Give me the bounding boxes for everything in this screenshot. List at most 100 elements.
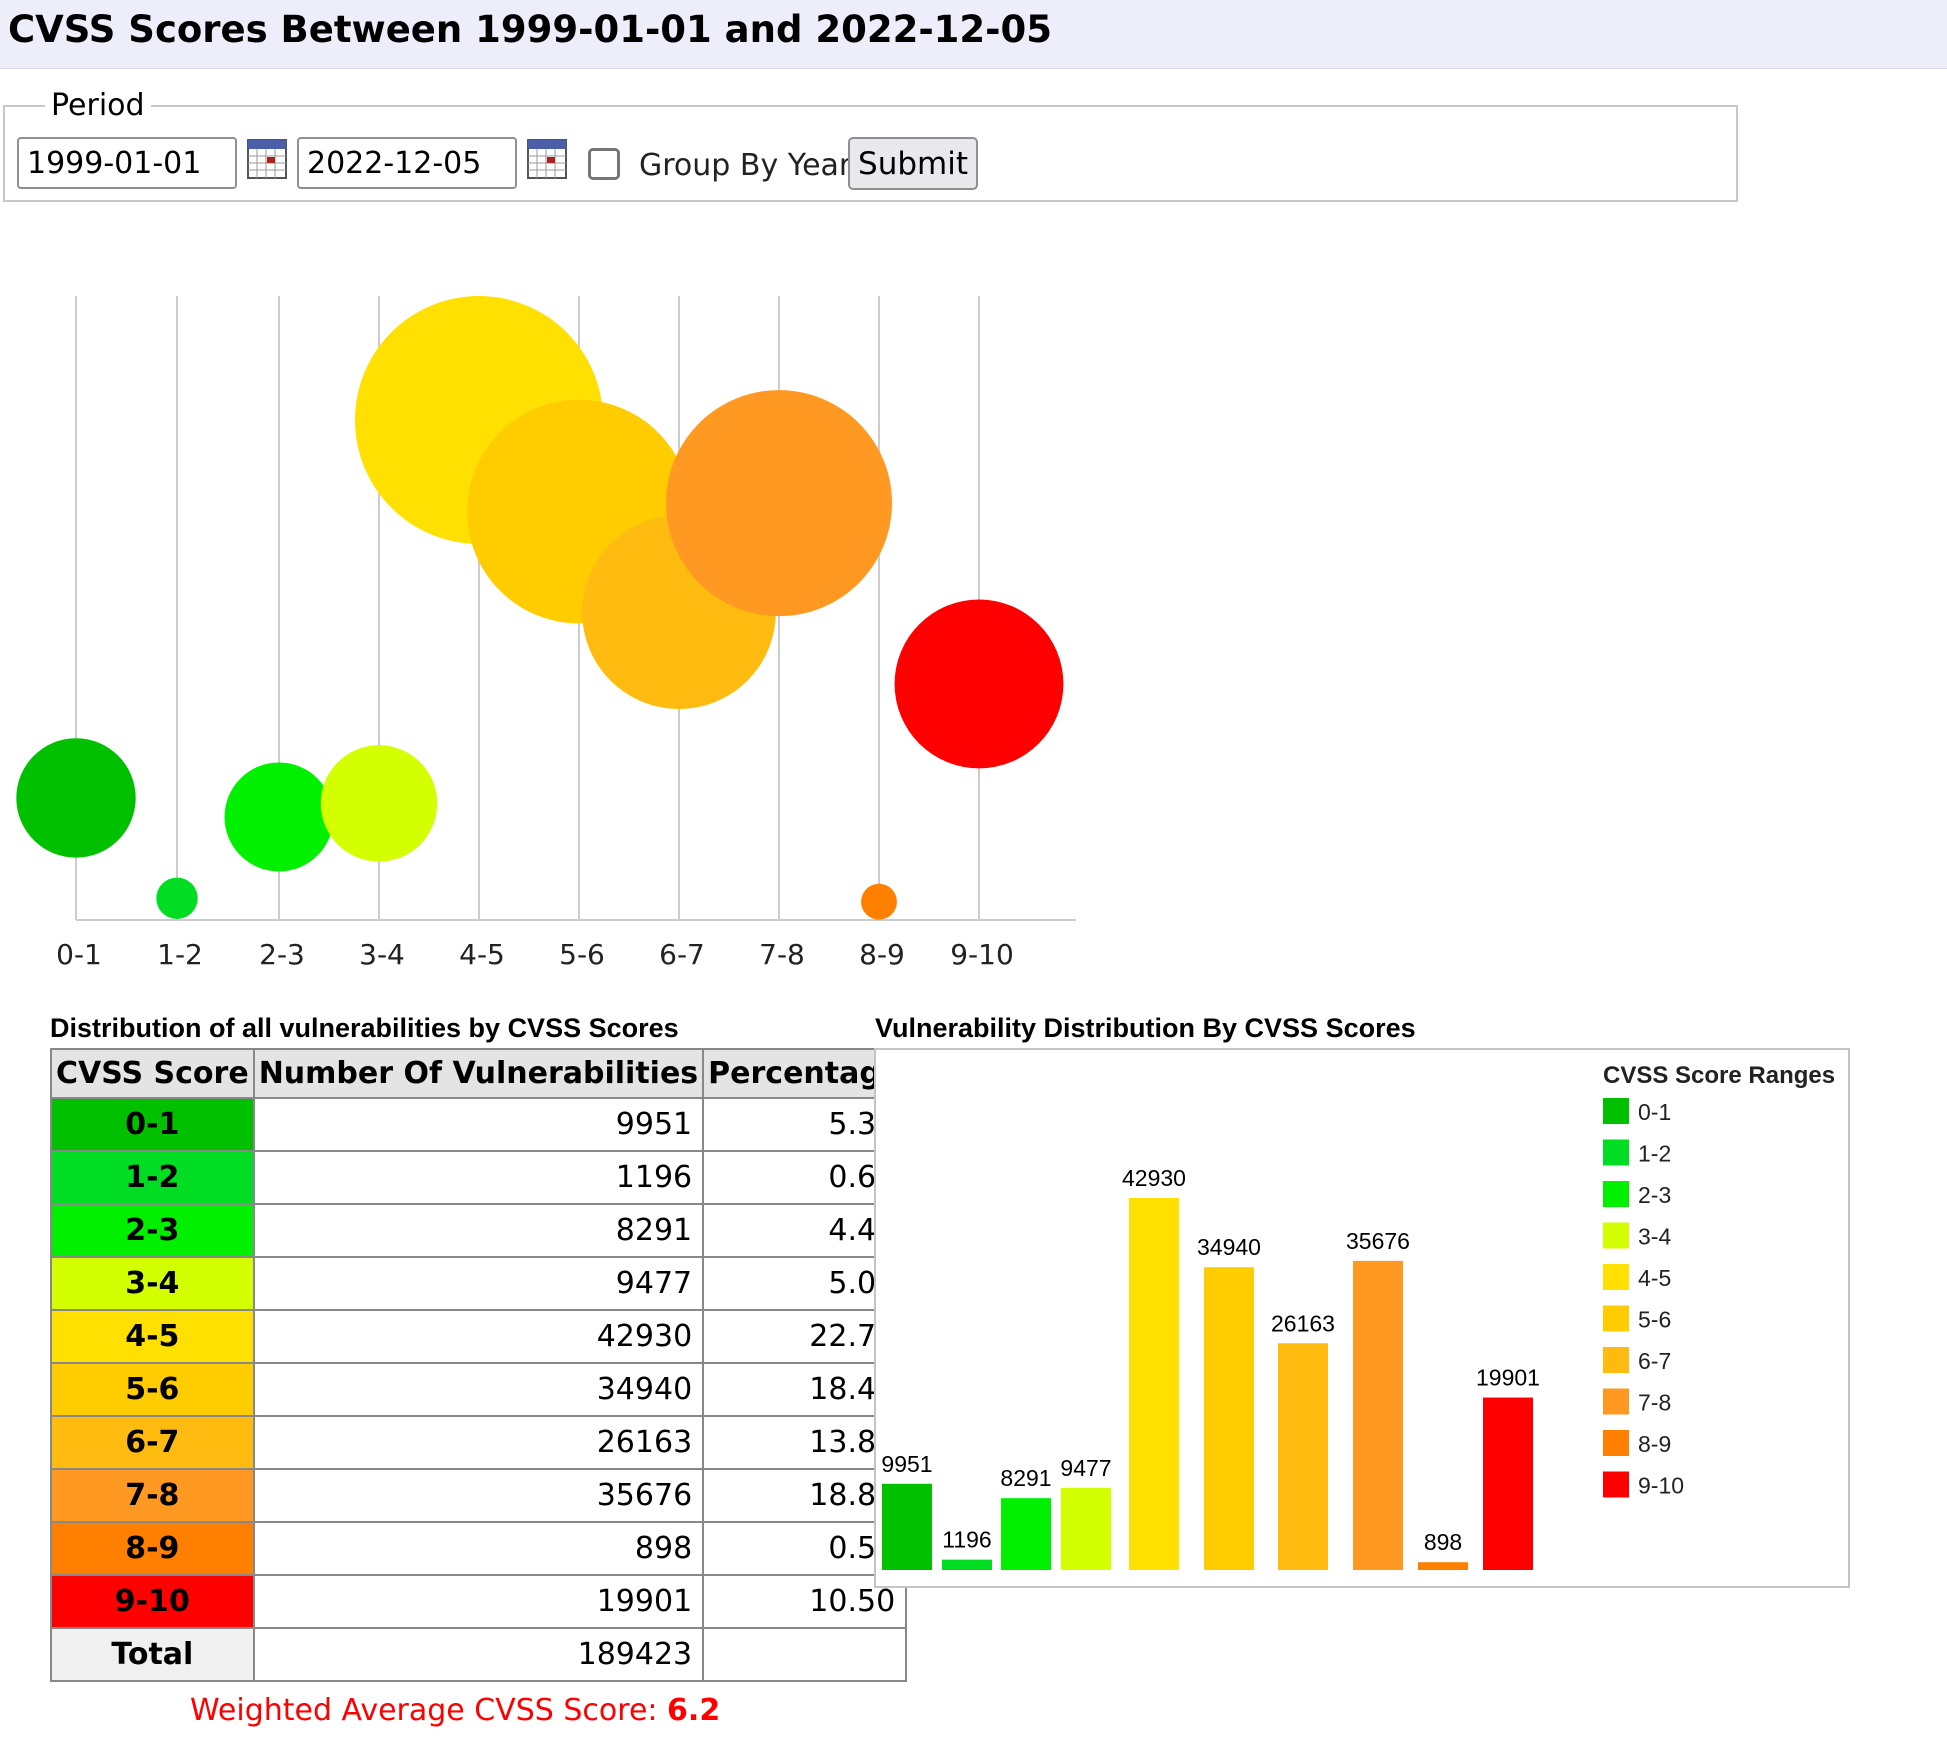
bar-value-label-1-2: 1196	[942, 1527, 991, 1553]
score-cell[interactable]: 4-5	[50, 1309, 255, 1364]
bar-8-9	[1418, 1562, 1468, 1570]
count-cell: 1196	[252, 1150, 705, 1205]
score-cell[interactable]: 2-3	[50, 1203, 255, 1258]
bar-value-label-3-4: 9477	[1060, 1455, 1111, 1481]
bar-value-label-0-1: 9951	[881, 1451, 932, 1477]
legend-label-3-4: 3-4	[1638, 1224, 1671, 1250]
bar-9-10	[1483, 1397, 1533, 1570]
table-row: 3-4 9477 5.00	[50, 1256, 908, 1311]
bubble-chart: 0-1 1-2 2-3 3-4 4-5 5-6 6-7 7-8 8-9 9-10	[16, 296, 1076, 971]
score-cell[interactable]: 5-6	[50, 1362, 255, 1417]
bubble-7-8	[665, 390, 893, 617]
end-calendar-icon[interactable]	[527, 139, 567, 179]
score-cell[interactable]: 1-2	[50, 1150, 255, 1205]
x-tick-label-6-7: 6-7	[659, 938, 705, 971]
group-by-year-label[interactable]: Group By Year	[639, 148, 851, 183]
bar-value-label-8-9: 898	[1424, 1529, 1462, 1555]
table-row: 0-1 9951 5.30	[50, 1097, 908, 1152]
x-tick-label-4-5: 4-5	[459, 938, 505, 971]
count-cell: 35676	[252, 1468, 705, 1523]
legend-swatch-2-3	[1603, 1181, 1629, 1207]
page-title: CVSS Scores Between 1999-01-01 and 2022-…	[8, 8, 1053, 51]
x-tick-label-9-10: 9-10	[950, 938, 1014, 971]
bar-5-6	[1204, 1267, 1254, 1570]
total-label-cell: Total	[50, 1627, 255, 1682]
count-cell: 9477	[252, 1256, 705, 1311]
score-cell[interactable]: 3-4	[50, 1256, 255, 1311]
bubble-3-4	[320, 745, 438, 862]
table-row: 5-6 34940 18.40	[50, 1362, 908, 1417]
bar-4-5	[1129, 1198, 1179, 1570]
bar-3-4	[1061, 1487, 1111, 1570]
legend-swatch-8-9	[1603, 1430, 1629, 1456]
bar-value-label-9-10: 19901	[1476, 1365, 1540, 1391]
legend-label-1-2: 1-2	[1638, 1141, 1671, 1167]
bar-value-label-4-5: 42930	[1122, 1165, 1186, 1191]
legend-swatch-4-5	[1603, 1264, 1629, 1290]
legend-label-2-3: 2-3	[1638, 1182, 1671, 1208]
legend-swatch-5-6	[1603, 1305, 1629, 1332]
legend-title: CVSS Score Ranges	[1603, 1062, 1835, 1089]
x-tick-label-0-1: 0-1	[56, 938, 102, 971]
legend-label-6-7: 6-7	[1638, 1348, 1671, 1374]
bar-6-7	[1278, 1343, 1328, 1570]
legend-swatch-6-7	[1603, 1347, 1629, 1373]
legend-label-5-6: 5-6	[1638, 1307, 1671, 1333]
header-number-of-vulnerabilities: Number Of Vulnerabilities	[252, 1048, 705, 1099]
bar-7-8	[1353, 1260, 1403, 1570]
score-cell[interactable]: 9-10	[50, 1574, 255, 1629]
legend-swatch-1-2	[1603, 1139, 1629, 1166]
header-cvss-score: CVSS Score	[50, 1048, 255, 1099]
start-calendar-icon[interactable]	[247, 139, 287, 179]
table-title: Distribution of all vulnerabilities by C…	[50, 1013, 679, 1043]
total-count-cell: 189423	[252, 1627, 705, 1682]
table-row: 4-5 42930 22.70	[50, 1309, 908, 1364]
table-row: 6-7 26163 13.80	[50, 1415, 908, 1470]
score-cell[interactable]: 6-7	[50, 1415, 255, 1470]
bar-chart-title: Vulnerability Distribution By CVSS Score…	[875, 1013, 1416, 1043]
bar-value-label-6-7: 26163	[1271, 1310, 1335, 1336]
count-cell: 42930	[252, 1309, 705, 1364]
weighted-average: Weighted Average CVSS Score: 6.2	[190, 1693, 720, 1728]
bar-chart: 9951 1196 8291 9477 42930 34940 26163 35676 898 1…	[874, 1048, 1850, 1588]
bar-value-label-7-8: 35676	[1346, 1228, 1410, 1254]
bubble-1-2	[156, 877, 198, 919]
score-cell[interactable]: 0-1	[50, 1097, 255, 1152]
legend-label-7-8: 7-8	[1638, 1390, 1671, 1416]
weighted-average-value: 6.2	[667, 1693, 721, 1728]
submit-button[interactable]: Submit	[848, 137, 978, 190]
legend-swatch-9-10	[1603, 1471, 1629, 1498]
distribution-table: CVSS Score Number Of Vulnerabilities Per…	[50, 1048, 908, 1682]
group-by-year-checkbox[interactable]	[588, 148, 620, 180]
bar-0-1	[882, 1483, 932, 1570]
bubble-2-3	[224, 762, 334, 872]
table-total-row: Total 189423	[50, 1627, 908, 1682]
count-cell: 34940	[252, 1362, 705, 1417]
table-row: 8-9 898 0.50	[50, 1521, 908, 1576]
legend-label-9-10: 9-10	[1638, 1473, 1684, 1499]
legend-label-8-9: 8-9	[1638, 1431, 1671, 1457]
legend-label-0-1: 0-1	[1638, 1099, 1671, 1125]
total-percentage-cell	[702, 1627, 908, 1682]
end-date-input[interactable]	[297, 137, 517, 189]
table-row: 7-8 35676 18.80	[50, 1468, 908, 1523]
bubble-8-9	[861, 883, 897, 920]
page-header: CVSS Scores Between 1999-01-01 and 2022-…	[0, 0, 1947, 69]
start-date-input[interactable]	[17, 137, 237, 189]
legend-swatch-3-4	[1603, 1222, 1629, 1249]
weighted-average-label: Weighted Average CVSS Score:	[190, 1693, 668, 1728]
legend-swatch-7-8	[1603, 1388, 1629, 1415]
x-tick-label-3-4: 3-4	[359, 938, 405, 971]
table-row: 2-3 8291 4.40	[50, 1203, 908, 1258]
score-cell[interactable]: 7-8	[50, 1468, 255, 1523]
legend-label-4-5: 4-5	[1638, 1265, 1671, 1291]
legend-swatch-0-1	[1603, 1098, 1629, 1124]
x-tick-label-1-2: 1-2	[157, 938, 203, 971]
bubble-9-10	[894, 599, 1064, 769]
score-cell[interactable]: 8-9	[50, 1521, 255, 1576]
x-tick-label-7-8: 7-8	[759, 938, 805, 971]
table-header-row: CVSS Score Number Of Vulnerabilities Per…	[50, 1048, 908, 1099]
count-cell: 898	[252, 1521, 705, 1576]
x-tick-label-2-3: 2-3	[259, 938, 305, 971]
table-row: 9-10 19901 10.50	[50, 1574, 908, 1629]
